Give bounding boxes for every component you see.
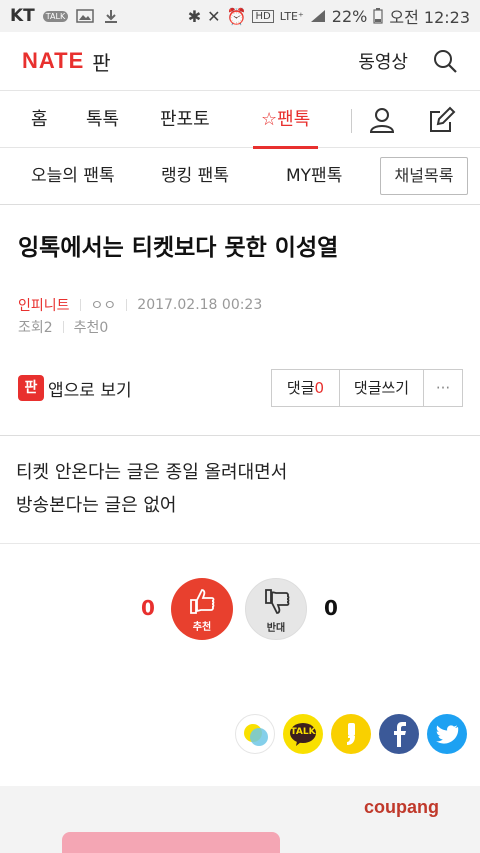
nav-divider <box>351 109 352 133</box>
thumbs-down-icon <box>265 589 290 614</box>
facebook-icon <box>394 722 406 747</box>
ad-product-image <box>62 832 280 853</box>
kakaotalk-label: TALK <box>290 727 316 737</box>
talk-notification-icon: TALK <box>42 10 69 22</box>
share-kakaostory-button[interactable] <box>235 714 275 754</box>
tab-toktok[interactable]: 톡톡 <box>86 91 119 148</box>
bluetooth-icon: ✱ <box>187 6 202 26</box>
section-divider <box>0 435 480 436</box>
more-button[interactable]: ··· <box>424 370 462 406</box>
author-name: ㅇㅇ <box>90 298 117 314</box>
tab-pannphoto[interactable]: 판포토 <box>160 91 210 148</box>
kakao-chat-bubble-icon <box>244 724 268 746</box>
lte-icon: LTE⁺ <box>279 9 304 23</box>
pann-logo-label[interactable]: 판 <box>92 47 110 76</box>
user-icon[interactable] <box>368 106 396 134</box>
meta-divider <box>126 299 128 311</box>
app-header: NATE 판 동영상 <box>0 32 480 90</box>
upvote-count: 0 <box>141 596 155 620</box>
tab-home[interactable]: 홈 <box>31 91 48 148</box>
share-kakaotalk-button[interactable]: TALK <box>283 714 323 754</box>
pann-app-icon: 판 <box>18 375 44 401</box>
upvote-button[interactable]: 추천 <box>171 578 233 640</box>
article-meta: 인피니트 ㅇㅇ 2017.02.18 00:23 <box>18 295 262 315</box>
hd-icon: HD <box>252 9 274 23</box>
view-count: 조회2 <box>18 320 53 336</box>
section-divider <box>0 543 480 544</box>
meta-divider <box>62 321 64 333</box>
tab-fantalk[interactable]: ☆팬톡 <box>252 91 319 149</box>
comment-count: 0 <box>314 379 325 397</box>
upvote-label: 추천 <box>192 622 212 633</box>
sub-nav: 오늘의 팬톡 랭킹 팬톡 MY팬톡 채널목록 <box>0 148 480 205</box>
share-kakaostory-alt-button[interactable] <box>331 714 371 754</box>
clock: 오전 12:23 <box>389 8 470 27</box>
body-line: 티켓 안온다는 글은 종일 올려대면서 <box>16 462 288 483</box>
open-in-app-button[interactable]: 판 앱으로 보기 <box>18 375 132 401</box>
kakaostory-icon <box>347 723 355 745</box>
subtab-my-fantalk[interactable]: MY팬톡 <box>286 148 342 204</box>
mute-icon: ✕ <box>207 6 221 26</box>
share-facebook-button[interactable] <box>379 714 419 754</box>
thumbs-up-icon <box>190 589 215 614</box>
body-line: 방송본다는 글은 없어 <box>16 495 177 516</box>
alarm-icon: ⏰ <box>226 6 247 26</box>
share-twitter-button[interactable] <box>427 714 467 754</box>
subtab-today-fantalk[interactable]: 오늘의 팬톡 <box>31 148 115 204</box>
nate-logo[interactable]: NATE <box>22 48 84 74</box>
article-stats: 조회2 추천0 <box>18 317 108 337</box>
meta-divider <box>79 299 81 311</box>
channel-list-button[interactable]: 채널목록 <box>380 157 468 195</box>
battery-icon <box>373 8 383 24</box>
comments-label: 댓글 <box>286 379 315 397</box>
comments-button[interactable]: 댓글0 <box>272 370 340 406</box>
carrier-label: KT <box>10 6 35 26</box>
main-nav: 홈 톡톡 판포토 ☆팬톡 <box>0 90 480 149</box>
post-datetime: 2017.02.18 00:23 <box>137 297 263 313</box>
comment-buttons: 댓글0 댓글쓰기 ··· <box>271 369 463 407</box>
recommend-count: 추천0 <box>73 320 109 336</box>
subtab-ranking-fantalk[interactable]: 랭킹 팬톡 <box>161 148 229 204</box>
article-body: 티켓 안온다는 글은 종일 올려대면서 방송본다는 글은 없어 <box>16 456 287 522</box>
search-icon[interactable] <box>432 48 458 74</box>
ad-banner[interactable]: coupang <box>0 786 480 853</box>
twitter-icon <box>436 725 459 744</box>
downvote-button[interactable]: 반대 <box>245 578 307 640</box>
download-icon <box>105 10 118 23</box>
downvote-count: 0 <box>324 596 338 620</box>
coupang-logo: coupang <box>364 797 439 817</box>
write-icon[interactable] <box>428 106 456 134</box>
signal-icon <box>310 10 325 22</box>
gallery-icon <box>76 9 94 23</box>
status-bar: KT TALK ✱ ✕ ⏰ HD LTE⁺ 22% 오전 12:23 <box>0 0 480 32</box>
write-comment-button[interactable]: 댓글쓰기 <box>340 370 424 406</box>
downvote-label: 반대 <box>266 623 286 634</box>
article-title: 잉톡에서는 티켓보다 못한 이성열 <box>18 235 339 261</box>
channel-link[interactable]: 인피니트 <box>18 295 70 315</box>
video-link[interactable]: 동영상 <box>358 48 408 74</box>
battery-percent: 22% <box>331 6 368 26</box>
open-in-app-label: 앱으로 보기 <box>48 380 132 401</box>
